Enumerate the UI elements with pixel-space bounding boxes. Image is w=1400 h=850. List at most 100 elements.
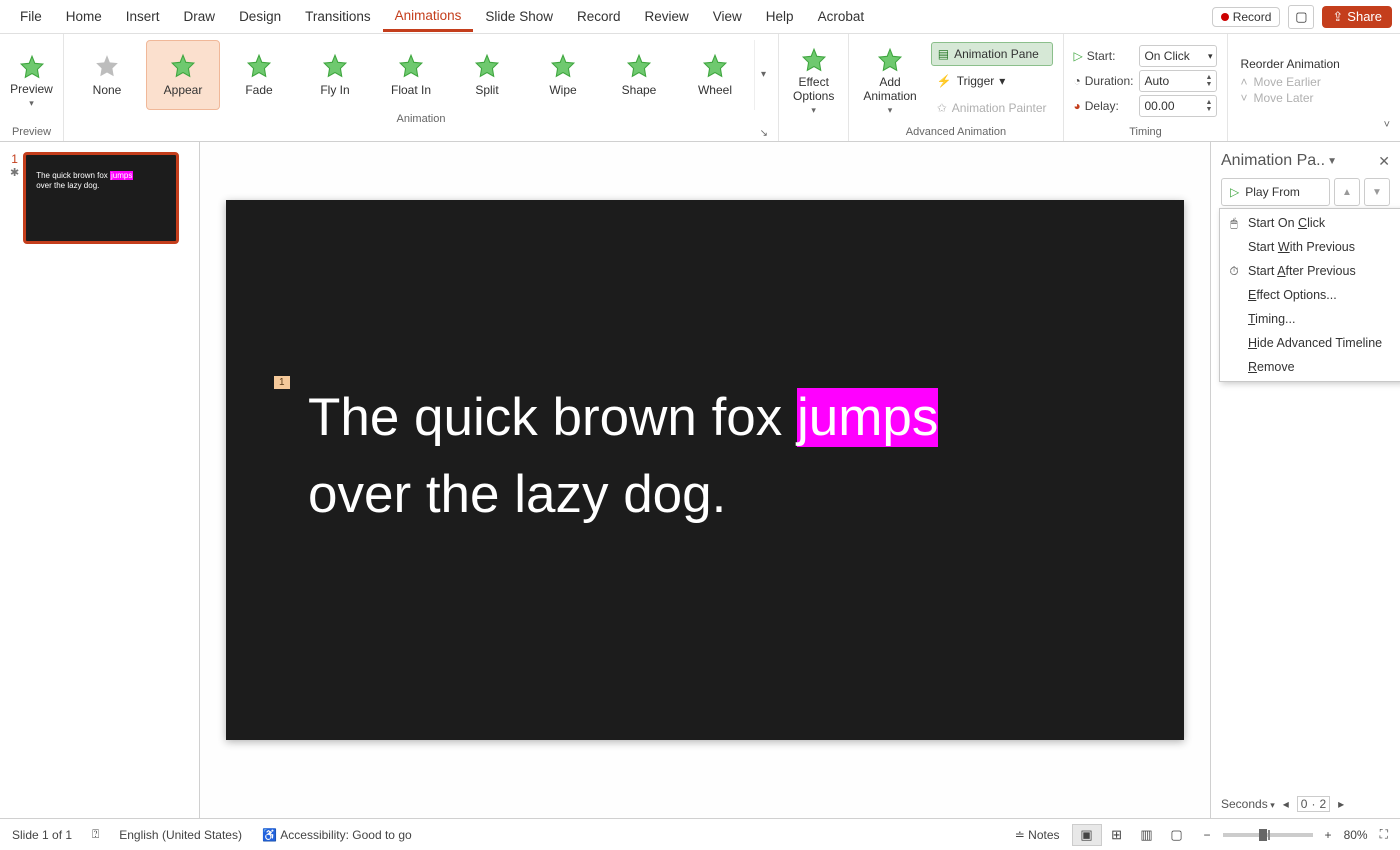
trigger-button[interactable]: ⚡Trigger▾ — [931, 69, 1053, 93]
effect-options-button[interactable]: Effect Options ▾ — [785, 45, 842, 118]
tab-insert[interactable]: Insert — [114, 3, 172, 30]
menu-hide-advanced-timeline[interactable]: Hide Advanced Timeline — [1220, 331, 1400, 355]
menu-item-icon: 🖱 — [1226, 216, 1242, 231]
move-earlier-button[interactable]: ˄ Move Earlier — [1240, 75, 1339, 89]
accessibility-icon: ♿ — [262, 828, 280, 842]
record-label: Record — [1233, 10, 1272, 24]
tab-transitions[interactable]: Transitions — [293, 3, 383, 30]
menu-item-label: Start On Click — [1248, 216, 1325, 230]
content-placeholder[interactable]: The quick brown fox jumpsover the lazy d… — [308, 380, 1102, 534]
ribbon-collapse-button[interactable]: ˅ — [1384, 119, 1390, 131]
close-pane-button[interactable]: ✕ — [1378, 153, 1390, 170]
animation-fly-in[interactable]: Fly In — [298, 40, 372, 110]
sorter-view-button[interactable]: ⊞ — [1102, 824, 1132, 846]
tab-review[interactable]: Review — [633, 3, 701, 30]
menu-item-label: Start After Previous — [1248, 264, 1356, 278]
animation-painter-button[interactable]: ✩Animation Painter — [931, 96, 1053, 120]
timeline-next-button[interactable]: ▸ — [1338, 797, 1344, 811]
present-mode-button[interactable]: ▢ — [1288, 5, 1314, 29]
animation-fade[interactable]: Fade — [222, 40, 296, 110]
notes-button[interactable]: ≐ Notes — [1015, 828, 1060, 842]
star-icon — [246, 53, 272, 79]
gallery-more-button[interactable]: ▾ — [754, 40, 772, 110]
tab-acrobat[interactable]: Acrobat — [806, 3, 877, 30]
play-from-button[interactable]: ▷Play From — [1221, 178, 1330, 206]
tab-animations[interactable]: Animations — [383, 2, 474, 32]
tab-slideshow[interactable]: Slide Show — [473, 3, 565, 30]
reading-view-button[interactable]: ▥ — [1132, 824, 1162, 846]
preview-button[interactable]: Preview ▾ — [2, 52, 61, 111]
star-icon — [702, 53, 728, 79]
accessibility-status[interactable]: ♿ Accessibility: Good to go — [262, 828, 412, 842]
slide-thumbnail-1[interactable]: The quick brown fox jumpsover the lazy d… — [23, 152, 179, 244]
animation-wheel[interactable]: Wheel — [678, 40, 752, 110]
zoom-out-button[interactable]: − — [1204, 828, 1211, 842]
menu-start-on-click[interactable]: 🖱 Start On Click — [1220, 211, 1400, 235]
move-up-button[interactable]: ▲ — [1334, 178, 1360, 206]
zoom-in-button[interactable]: + — [1325, 828, 1332, 842]
menu-item-label: Timing... — [1248, 312, 1295, 326]
dialog-launcher-icon[interactable]: ↘ — [760, 128, 768, 139]
play-from-label: Play From — [1245, 185, 1300, 199]
tab-home[interactable]: Home — [54, 3, 114, 30]
menu-remove[interactable]: Remove — [1220, 355, 1400, 379]
spinner-icon[interactable]: ▲▼ — [1206, 99, 1213, 113]
group-label-timing: Timing — [1129, 126, 1162, 141]
start-select[interactable]: On Click▾ — [1139, 45, 1217, 67]
animation-order-badge[interactable]: 1 — [274, 376, 290, 389]
notes-icon: ≐ — [1015, 828, 1028, 842]
share-button[interactable]: ⇪Share — [1322, 6, 1392, 28]
delay-value: 00.00 — [1144, 99, 1174, 113]
language-status[interactable]: English (United States) — [119, 828, 242, 842]
ribbon: Preview ▾ Preview NoneAppearFadeFly InFl… — [0, 34, 1400, 142]
animation-split[interactable]: Split — [450, 40, 524, 110]
menu-timing[interactable]: Timing... — [1220, 307, 1400, 331]
animation-indicator-icon: ✱ — [10, 166, 19, 179]
tab-file[interactable]: File — [8, 3, 54, 30]
tab-design[interactable]: Design — [227, 3, 293, 30]
thumb-number: 1✱ — [10, 152, 19, 244]
tab-help[interactable]: Help — [754, 3, 806, 30]
duration-input[interactable]: Auto▲▼ — [1139, 70, 1217, 92]
spinner-icon[interactable]: ▲▼ — [1206, 74, 1213, 88]
add-animation-button[interactable]: Add Animation ▾ — [855, 45, 924, 118]
menu-item-label: Effect Options... — [1248, 288, 1337, 302]
trigger-label: Trigger — [957, 74, 995, 88]
slide-canvas[interactable]: 1 The quick brown fox jumpsover the lazy… — [200, 142, 1210, 818]
animation-shape[interactable]: Shape — [602, 40, 676, 110]
chevron-down-icon[interactable]: ▼ — [1327, 156, 1337, 167]
zoom-level[interactable]: 80% — [1344, 828, 1368, 842]
seconds-dropdown[interactable]: Seconds ▾ — [1221, 797, 1275, 811]
delay-input[interactable]: 00.00 ▲▼ — [1139, 95, 1217, 117]
start-label: Start: — [1087, 49, 1116, 63]
move-down-button[interactable]: ▼ — [1364, 178, 1390, 206]
animation-float-in[interactable]: Float In — [374, 40, 448, 110]
tab-draw[interactable]: Draw — [172, 3, 228, 30]
animation-label: Appear — [164, 83, 203, 97]
record-button[interactable]: Record — [1212, 7, 1281, 27]
menu-item-label: Start With Previous — [1248, 240, 1355, 254]
slide[interactable]: 1 The quick brown fox jumpsover the lazy… — [226, 200, 1184, 740]
move-earlier-label: Move Earlier — [1253, 75, 1320, 89]
slideshow-view-button[interactable]: ▢ — [1162, 824, 1192, 846]
animation-pane-label: Animation Pane — [954, 47, 1039, 61]
chevron-up-icon: ˄ — [1240, 75, 1247, 89]
zoom-slider[interactable] — [1223, 833, 1313, 837]
animation-wipe[interactable]: Wipe — [526, 40, 600, 110]
animation-none[interactable]: None — [70, 40, 144, 110]
slide-thumbnails: 1✱ The quick brown fox jumpsover the laz… — [0, 142, 200, 818]
animation-appear[interactable]: Appear — [146, 40, 220, 110]
move-later-button[interactable]: ˅Move Later — [1240, 91, 1339, 105]
menu-effect-options[interactable]: Effect Options... — [1220, 283, 1400, 307]
tab-record[interactable]: Record — [565, 3, 633, 30]
spellcheck-icon[interactable]: ⍰ — [92, 827, 99, 842]
menu-start-after-previous[interactable]: ⏱Start After Previous — [1220, 259, 1400, 283]
animation-pane-button[interactable]: ▤Animation Pane — [931, 42, 1053, 66]
menu-start-with-previous[interactable]: Start With Previous — [1220, 235, 1400, 259]
tab-view[interactable]: View — [701, 3, 754, 30]
fit-to-window-button[interactable]: ⛶ — [1380, 827, 1388, 842]
animation-label: None — [93, 83, 122, 97]
timeline-prev-button[interactable]: ◂ — [1283, 797, 1289, 811]
effect-options-label: Effect Options — [793, 75, 834, 103]
normal-view-button[interactable]: ▣ — [1072, 824, 1102, 846]
